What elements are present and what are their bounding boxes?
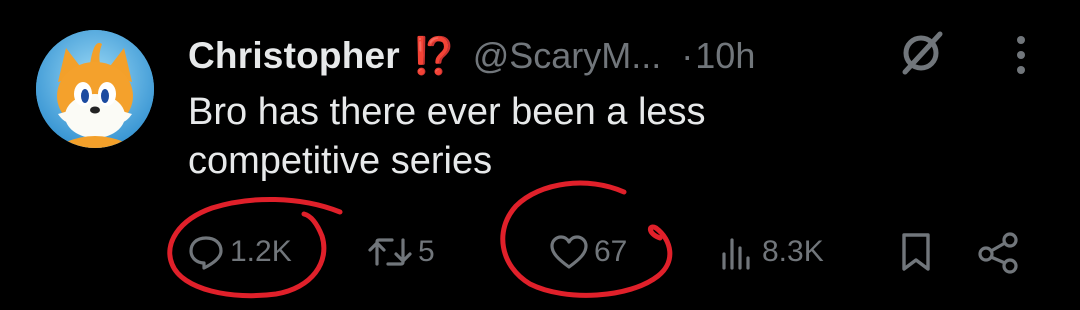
tweet[interactable]: Christopher ⁉️ @ScaryM... · 10h Bro has … — [0, 0, 1080, 310]
reply-icon — [186, 232, 226, 272]
views-icon — [718, 232, 758, 272]
tweet-text: Bro has there ever been a less competiti… — [188, 91, 706, 182]
views-button[interactable]: 8.3K — [718, 222, 824, 282]
display-name[interactable]: Christopher — [188, 35, 400, 77]
retweet-icon — [366, 232, 414, 272]
share-icon — [974, 230, 1024, 274]
name-emoji: ⁉️ — [411, 35, 457, 76]
grok-icon[interactable] — [896, 28, 946, 78]
retweet-button[interactable]: 5 — [366, 222, 435, 282]
bookmark-button[interactable] — [896, 222, 936, 282]
separator-dot: · — [681, 35, 694, 76]
action-bar: 1.2K 5 67 8.3K — [0, 222, 1080, 282]
like-count: 67 — [594, 235, 628, 268]
like-button[interactable]: 67 — [548, 222, 627, 282]
share-button[interactable] — [974, 222, 1024, 282]
tweet-header: Christopher ⁉️ @ScaryM... · 10h — [188, 30, 755, 82]
user-handle[interactable]: @ScaryM... — [473, 35, 662, 77]
bookmark-icon — [896, 230, 936, 274]
retweet-count: 5 — [418, 235, 435, 268]
avatar[interactable] — [36, 30, 154, 148]
reply-button[interactable]: 1.2K — [186, 222, 292, 282]
more-icon[interactable] — [1008, 34, 1034, 76]
reply-count: 1.2K — [230, 235, 292, 268]
view-count: 8.3K — [762, 235, 824, 268]
timestamp[interactable]: 10h — [695, 35, 755, 77]
heart-icon — [548, 232, 590, 272]
